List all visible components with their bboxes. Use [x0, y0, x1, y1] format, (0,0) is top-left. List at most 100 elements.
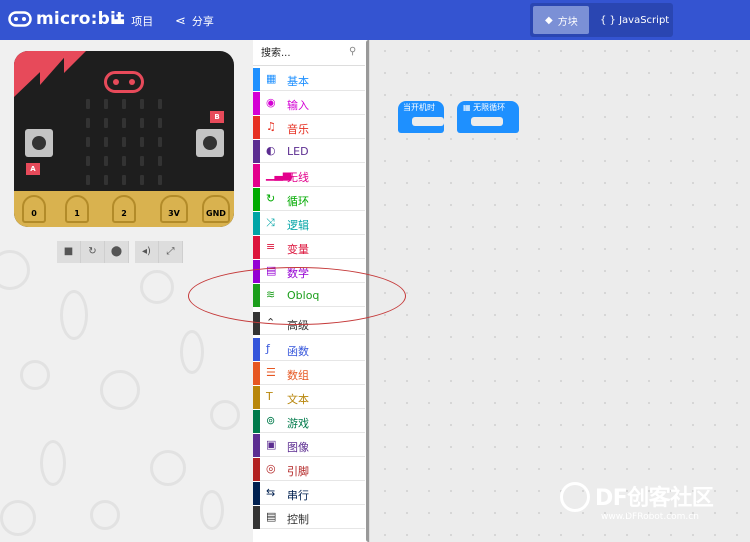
button-b[interactable] — [196, 129, 224, 157]
annotation-ellipse — [188, 267, 406, 325]
category-7[interactable]: ⤨ 逻辑 — [253, 212, 365, 235]
category-color-bar — [253, 68, 260, 91]
category-label: LED — [287, 145, 309, 158]
led — [140, 137, 144, 147]
pin-2[interactable]: 2 — [112, 195, 136, 223]
led — [104, 156, 108, 166]
category-label: 无线 — [287, 171, 309, 184]
pin-1[interactable]: 1 — [65, 195, 89, 223]
category-18[interactable]: ⇆ 串行 — [253, 482, 365, 505]
category-color-bar — [253, 92, 260, 115]
led — [86, 99, 90, 109]
background-pattern — [90, 500, 120, 530]
pin-icon: ◎ — [266, 462, 276, 475]
pin-gnd[interactable]: GND — [202, 195, 230, 223]
background-pattern — [60, 290, 88, 340]
led — [104, 118, 108, 128]
category-color-bar — [253, 458, 260, 481]
category-5[interactable]: ▁▃▅ 无线 — [253, 164, 365, 187]
category-19[interactable]: ▤ 控制 — [253, 506, 365, 529]
led — [104, 175, 108, 185]
restart-button[interactable]: ↻ — [81, 241, 105, 263]
board-logo — [104, 71, 144, 93]
category-15[interactable]: ⊚ 游戏 — [253, 410, 365, 433]
stop-button[interactable]: ■ — [57, 241, 81, 263]
background-pattern — [200, 490, 224, 530]
category-color-bar — [253, 434, 260, 457]
headphones-icon: ♫ — [266, 120, 276, 133]
blocks-toggle-button[interactable]: ◆ 方块 — [533, 6, 589, 34]
fullscreen-button[interactable]: ⤢ — [159, 241, 183, 263]
category-color-bar — [253, 188, 260, 211]
category-13[interactable]: ☰ 数组 — [253, 362, 365, 385]
share-icon: ⋖ — [175, 13, 186, 29]
microbit-logo[interactable]: micro:bit — [8, 9, 124, 29]
category-label: 控制 — [287, 513, 309, 526]
search-input[interactable] — [261, 45, 341, 61]
blocks-toggle-label: 方块 — [557, 16, 578, 28]
mute-button[interactable]: ◂) — [135, 241, 159, 263]
led — [140, 156, 144, 166]
category-2[interactable]: ◉ 输入 — [253, 92, 365, 115]
blocks-workspace[interactable]: 当开机时 ▦ 无限循环 — [374, 40, 750, 542]
category-label: 串行 — [287, 489, 309, 502]
board-corner-decoration — [64, 51, 86, 73]
nav-projects[interactable]: ▬ 项目 — [113, 13, 153, 29]
restart-icon: ↻ — [88, 246, 97, 257]
pin-3v[interactable]: 3V — [160, 195, 188, 223]
category-label: 循环 — [287, 195, 309, 208]
category-4[interactable]: ◐ LED — [253, 140, 365, 163]
pin-0[interactable]: 0 — [22, 195, 46, 223]
slowmo-button[interactable]: ⬤ — [105, 241, 129, 263]
category-8[interactable]: ≡ 变量 — [253, 236, 365, 259]
led — [86, 156, 90, 166]
control-icon: ▤ — [266, 510, 277, 523]
block-slot — [412, 117, 444, 126]
led — [122, 175, 126, 185]
led — [158, 118, 162, 128]
category-label: 数组 — [287, 369, 309, 382]
button-a[interactable] — [25, 129, 53, 157]
category-label: 文本 — [287, 393, 309, 406]
background-pattern — [40, 440, 66, 486]
javascript-toggle-label: { } JavaScript — [600, 14, 670, 26]
background-pattern — [140, 270, 174, 304]
category-color-bar — [253, 338, 260, 361]
gamepad-icon: ⊚ — [266, 414, 276, 427]
slowmo-icon: ⬤ — [110, 246, 123, 257]
nav-projects-label: 项目 — [131, 15, 154, 28]
led — [122, 99, 126, 109]
led — [140, 118, 144, 128]
simulator-toolbar: ■ ↻ ⬤ ◂) ⤢ — [57, 241, 183, 263]
microbit-logo-icon — [8, 11, 32, 27]
category-color-bar — [253, 362, 260, 385]
shuffle-icon: ⤨ — [266, 216, 275, 229]
watermark-url: www.DFRobot.com.cn — [601, 512, 699, 522]
led — [140, 175, 144, 185]
javascript-toggle-button[interactable]: { } JavaScript — [596, 6, 670, 34]
on-start-label: 当开机时 — [403, 103, 435, 112]
category-12[interactable]: ƒ 函数 — [253, 338, 365, 361]
led — [140, 99, 144, 109]
category-label: 游戏 — [287, 417, 309, 430]
block-slot — [471, 117, 503, 126]
category-14[interactable]: T 文本 — [253, 386, 365, 409]
background-pattern — [0, 500, 36, 536]
text-icon: T — [266, 390, 273, 403]
background-pattern — [210, 400, 240, 430]
led — [158, 137, 162, 147]
nav-share[interactable]: ⋖ 分享 — [175, 13, 214, 29]
category-3[interactable]: ♫ 音乐 — [253, 116, 365, 139]
category-label: 引脚 — [287, 465, 309, 478]
category-17[interactable]: ◎ 引脚 — [253, 458, 365, 481]
category-6[interactable]: ↻ 循环 — [253, 188, 365, 211]
category-1[interactable]: ▦ 基本 — [253, 68, 365, 91]
category-label: 逻辑 — [287, 219, 309, 232]
category-color-bar — [253, 236, 260, 259]
category-16[interactable]: ▣ 图像 — [253, 434, 365, 457]
app-title: micro:bit — [36, 9, 125, 29]
on-start-block[interactable]: 当开机时 — [398, 101, 444, 133]
forever-block[interactable]: ▦ 无限循环 — [457, 101, 519, 133]
led — [86, 175, 90, 185]
target-icon: ◉ — [266, 96, 276, 109]
